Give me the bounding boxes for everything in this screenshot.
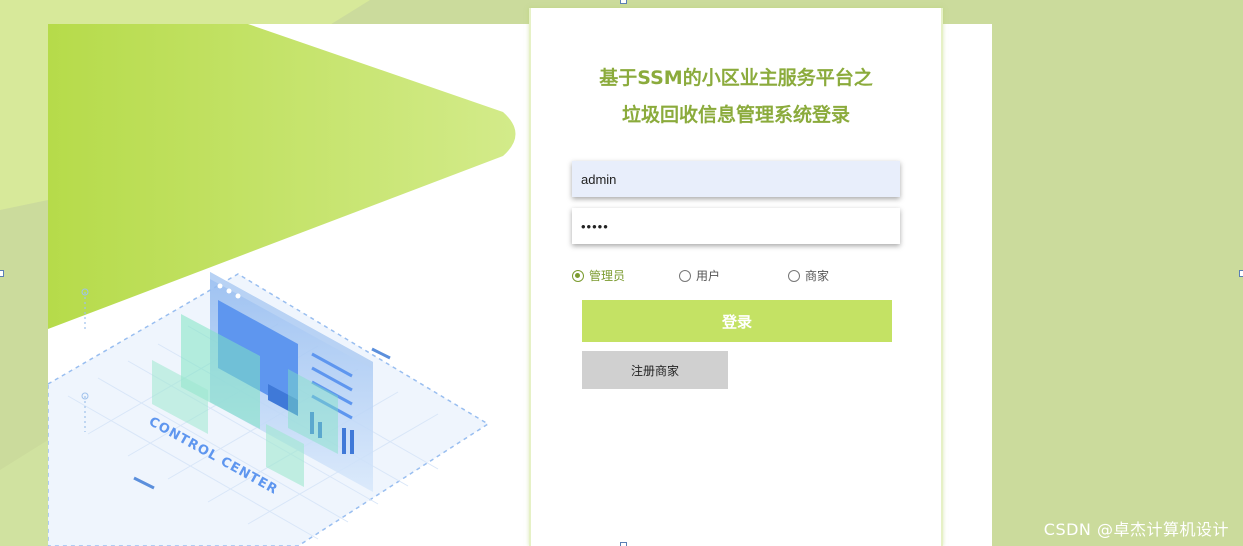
- role-label: 管理员: [589, 269, 626, 283]
- radio-selected-icon[interactable]: [572, 269, 584, 282]
- green-triangle-shape: [48, 24, 516, 329]
- role-option-admin[interactable]: 管理员: [572, 267, 625, 284]
- role-label: 用户: [696, 269, 721, 283]
- resize-handle-right[interactable]: [1239, 270, 1243, 277]
- register-merchant-button[interactable]: 注册商家: [582, 351, 728, 389]
- resize-handle-left[interactable]: [0, 270, 4, 277]
- login-card: 基于SSM的小区业主服务平台之 垃圾回收信息管理系统登录 管理员 用户 商家 登…: [529, 8, 943, 546]
- role-selector: 管理员 用户 商家: [572, 267, 902, 285]
- login-button[interactable]: 登录: [582, 300, 892, 342]
- resize-handle-bottom[interactable]: [620, 542, 627, 546]
- password-input[interactable]: [572, 208, 900, 244]
- radio-icon[interactable]: [679, 269, 691, 282]
- watermark: CSDN @卓杰计算机设计: [1043, 520, 1229, 539]
- radio-icon[interactable]: [788, 269, 800, 282]
- role-option-merchant[interactable]: 商家: [788, 267, 829, 284]
- resize-handle-top[interactable]: [620, 0, 627, 4]
- role-label: 商家: [805, 269, 830, 283]
- page-title-line2: 垃圾回收信息管理系统登录: [621, 104, 850, 126]
- role-option-user[interactable]: 用户: [679, 267, 720, 284]
- control-center-illustration: CONTROL CENTER: [48, 24, 528, 546]
- username-input[interactable]: [572, 161, 900, 197]
- page-title-line1: 基于SSM的小区业主服务平台之: [599, 67, 873, 89]
